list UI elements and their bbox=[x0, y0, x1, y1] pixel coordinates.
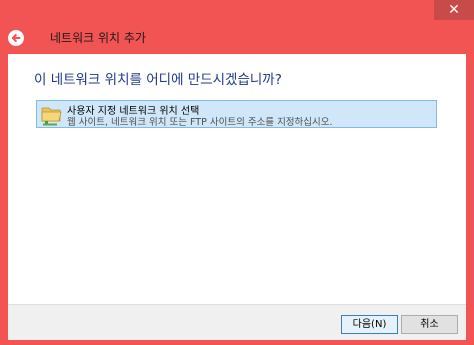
option-custom-network-location[interactable]: 사용자 지정 네트워크 위치 선택 웹 사이트, 네트워크 위치 또는 FTP … bbox=[36, 100, 437, 128]
next-button[interactable]: 다음(N) bbox=[341, 315, 398, 334]
page-question: 이 네트워크 위치를 어디에 만드시겠습니까? bbox=[34, 72, 282, 88]
cancel-button[interactable]: 취소 bbox=[401, 315, 458, 334]
close-icon: ✕ bbox=[448, 2, 460, 18]
back-arrow-icon bbox=[11, 34, 21, 42]
title-bar: ✕ bbox=[0, 0, 474, 22]
option-description: 웹 사이트, 네트워크 위치 또는 FTP 사이트의 주소를 지정하십시오. bbox=[67, 117, 333, 128]
add-network-location-window: ✕ 네트워크 위치 추가 이 네트워크 위치를 어디에 만드시겠습니까? 사용자… bbox=[0, 0, 474, 345]
back-button[interactable] bbox=[8, 30, 24, 46]
wizard-header: 네트워크 위치 추가 bbox=[0, 22, 474, 56]
wizard-footer: 다음(N) 취소 bbox=[8, 304, 466, 340]
wizard-title: 네트워크 위치 추가 bbox=[50, 31, 146, 45]
close-button[interactable]: ✕ bbox=[434, 0, 474, 20]
network-folder-icon bbox=[41, 107, 62, 126]
wizard-content: 이 네트워크 위치를 어디에 만드시겠습니까? 사용자 지정 네트워크 위치 선… bbox=[8, 54, 466, 304]
